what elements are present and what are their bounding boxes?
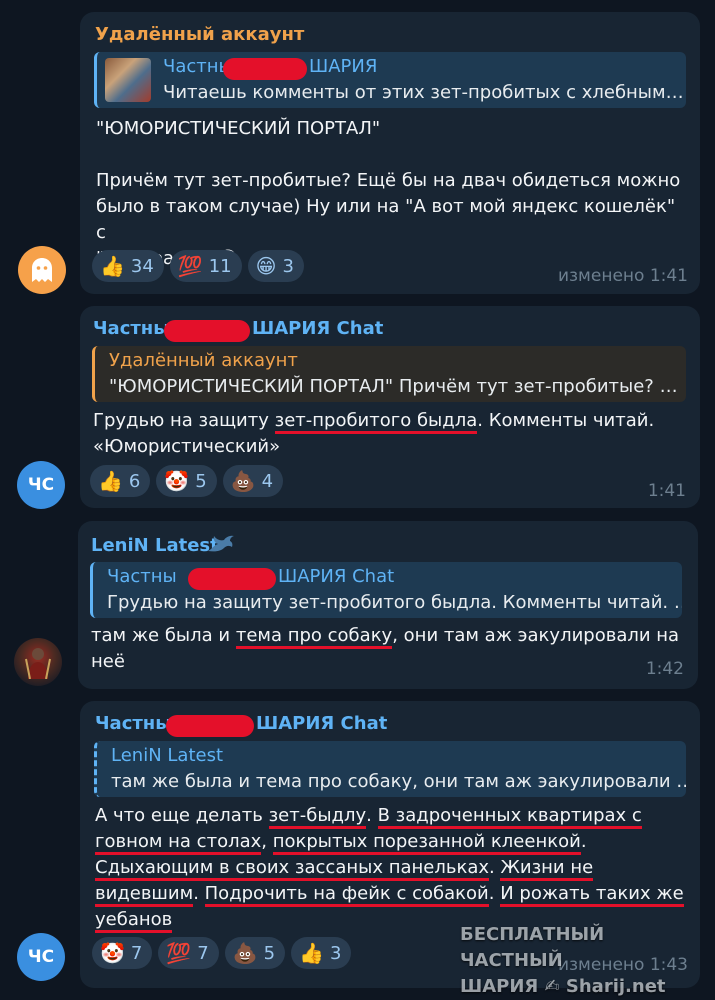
message-time: 1:41 [647,481,686,501]
text-line: "ЮМОРИСТИЧЕСКИЙ ПОРТАЛ" [96,118,381,139]
text-line: Сдыхающим в своих зассаных панельках. Жи… [95,855,693,881]
reply-quote[interactable]: Удалённый аккаунт "ЮМОРИСТИЧЕСКИЙ ПОРТАЛ… [92,346,686,402]
message-bubble[interactable]: Удалённый аккаунт Частны ШАРИЯ Читаешь к… [80,12,700,294]
reaction-hundred[interactable]: 💯 11 [169,250,242,282]
text-line: неё [91,651,125,672]
message-time: 1:42 [645,659,684,679]
avatar[interactable]: ЧС [17,933,65,981]
message-text: там же была и тема про собаку, они там а… [91,623,685,675]
message-time: изменено 1:41 [557,266,688,286]
avatar-image[interactable] [14,638,62,686]
watermark: БЕСПЛАТНЫЙ ЧАСТНЫЙ ШАРИЯ ✍ Sharij.net [460,924,666,997]
message-text: Грудью на защиту зет-пробитого быдла. Ко… [93,408,687,460]
reply-author: LeniN Latest [111,745,224,766]
reaction-poop[interactable]: 💩 4 [222,465,284,497]
redaction-mark [223,58,307,80]
sender-name[interactable]: LeniN Latest [91,535,219,556]
text-line: говном на столах, покрытых порезанной кл… [95,829,693,855]
avatar[interactable]: ЧС [17,461,65,509]
reply-text: там же была и тема про собаку, они там а… [111,771,686,792]
sender-name-right[interactable]: ШАРИЯ Chat [256,713,387,734]
text-line: там же была и тема про собаку, они там а… [91,623,685,649]
sender-name-right[interactable]: ШАРИЯ Chat [252,318,383,339]
reaction-thumbs-up[interactable]: 👍 6 [90,465,151,497]
reply-author-left: Частны [107,566,177,587]
sender-name-left[interactable]: Частны [93,318,170,339]
text-line: «Юмористический» [93,436,281,457]
reaction-thumbs-up[interactable]: 👍 34 [92,250,164,282]
underlined-phrase: зет-пробитого быдла [274,410,478,434]
ghost-avatar[interactable] [18,246,66,294]
reply-author-right: ШАРИЯ Chat [278,566,395,587]
message-bubble[interactable]: Частны ШАРИЯ Chat Удалённый аккаунт "ЮМО… [80,306,700,508]
reactions-row: 👍 6 🤡 5 💩 4 [90,465,284,497]
sender-name[interactable]: Удалённый аккаунт [95,24,304,45]
reply-text: "ЮМОРИСТИЧЕСКИЙ ПОРТАЛ" Причём тут зет-п… [109,376,678,397]
reply-author: Удалённый аккаунт [109,350,298,371]
reply-text: Грудью на защиту зет-пробитого быдла. Ко… [107,592,682,613]
text-line: Грудью на защиту зет-пробитого быдла. Ко… [93,408,687,434]
reactions-row: 🤡 7 💯 7 💩 5 👍 3 [92,937,352,969]
warrior-icon [25,648,51,679]
text-line: Причём тут зет-пробитые? Ещё бы на двач … [96,170,681,191]
message-text: "ЮМОРИСТИЧЕСКИЙ ПОРТАЛ" Причём тут зет-п… [96,116,686,272]
redaction-mark [188,568,276,590]
reaction-hundred[interactable]: 💯 7 [158,937,219,969]
reaction-clown[interactable]: 🤡 5 [156,465,217,497]
reaction-clown[interactable]: 🤡 7 [92,937,153,969]
reaction-grin[interactable]: 😁 3 [247,250,304,282]
redaction-mark [166,715,254,737]
sender-name-left[interactable]: Частны [95,713,172,734]
reply-quote[interactable]: Частны ШАРИЯ Читаешь комменты от этих зе… [94,52,686,108]
message-bubble[interactable]: LeniN Latest Частны ШАРИЯ Chat Грудью на… [78,521,698,689]
reaction-poop[interactable]: 💩 5 [224,937,286,969]
reply-quote[interactable]: Частны ШАРИЯ Chat Грудью на защиту зет-п… [90,562,682,618]
dragon-icon [206,531,236,561]
text-line: видевшим. Подрочить на фейк с собакой. И… [95,881,693,907]
redaction-mark [164,320,250,342]
reply-quote[interactable]: LeniN Latest там же была и тема про соба… [94,741,686,797]
reaction-thumbs-up[interactable]: 👍 3 [291,937,352,969]
reply-thumbnail [105,58,151,102]
reply-author-right: ШАРИЯ [309,56,378,77]
reactions-row: 👍 34 💯 11 😁 3 [92,250,304,282]
ghost-icon [32,258,52,282]
underlined-phrase: тема про собаку [235,625,393,649]
reply-text: Читаешь комменты от этих зет-пробитых с … [163,82,684,103]
text-line: было в таком случае) Ну или на "А вот мо… [96,196,676,243]
message-text: А что еще делать зет-быдлу. В задроченны… [95,803,693,933]
text-line: А что еще делать зет-быдлу. В задроченны… [95,803,693,829]
